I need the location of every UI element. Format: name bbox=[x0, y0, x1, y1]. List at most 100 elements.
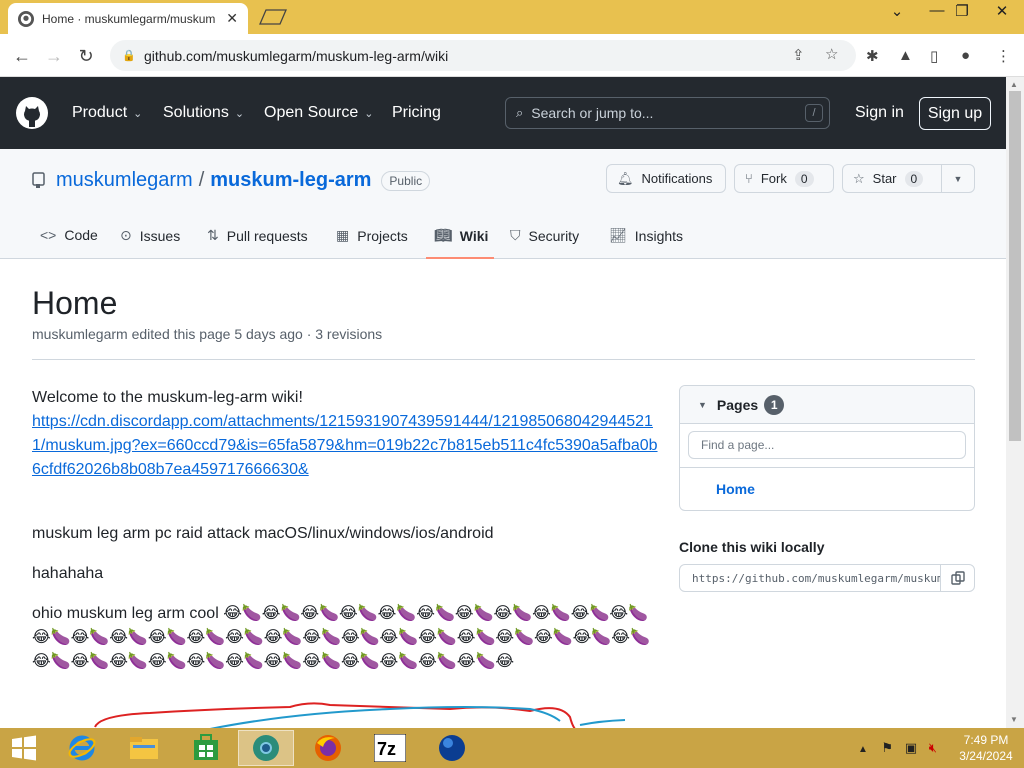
page-title: Home bbox=[32, 285, 118, 321]
emoji-paragraph-prefix: ohio muskum leg arm cool bbox=[32, 605, 224, 622]
page-meta: muskumlegarm edited this page 5 days ago… bbox=[32, 326, 383, 342]
close-window-icon[interactable]: ✕ bbox=[987, 2, 1017, 20]
store-icon[interactable] bbox=[178, 730, 234, 766]
star-dropdown-button[interactable]: ▼ bbox=[941, 164, 975, 193]
pages-label: Pages bbox=[716, 396, 759, 413]
repo-owner-link[interactable]: muskumlegarm bbox=[56, 169, 193, 192]
lock-icon: 🔒 bbox=[122, 50, 136, 62]
sign-in-link[interactable]: Sign in bbox=[855, 104, 904, 122]
notifications-button[interactable]: 🔔︎ Notifications bbox=[606, 164, 726, 193]
sign-up-button[interactable]: Sign up bbox=[919, 97, 991, 130]
star-button[interactable]: ☆ Star 0 bbox=[842, 164, 942, 193]
nav-open-source[interactable]: Open Source ⌄ bbox=[264, 104, 374, 122]
tab-title: Home · muskumlegarm/muskum bbox=[42, 11, 216, 26]
repo-title: muskumlegarm / muskum-leg-arm Public bbox=[56, 169, 431, 192]
extensions-icon[interactable]: ✱ bbox=[866, 47, 879, 65]
bell-icon: 🔔︎ bbox=[617, 170, 634, 186]
tab-insights[interactable]: 📈︎ Insights bbox=[609, 227, 683, 244]
bookmark-star-icon[interactable]: ☆ bbox=[825, 45, 838, 63]
repo-header: muskumlegarm / muskum-leg-arm Public 🔔︎ … bbox=[0, 149, 1006, 259]
shield-icon: ⛉ bbox=[510, 227, 521, 243]
nav-open-source-label: Open Source bbox=[264, 104, 359, 121]
volume-muted-icon[interactable]: 🔇︎ bbox=[929, 740, 937, 755]
code-icon: <> bbox=[40, 227, 57, 243]
repo-name-link[interactable]: muskum-leg-arm bbox=[210, 169, 371, 192]
share-icon[interactable]: ⇪ bbox=[792, 46, 805, 64]
tab-projects[interactable]: ▦ Projects bbox=[336, 227, 408, 244]
tab-security-label: Security bbox=[528, 227, 580, 244]
file-explorer-icon[interactable] bbox=[116, 730, 172, 766]
restore-icon[interactable]: ❐ bbox=[947, 2, 977, 20]
pages-header[interactable]: ▼ Pages 1 bbox=[680, 386, 974, 424]
chevron-down-icon: ⌄ bbox=[364, 107, 374, 120]
tab-search-icon[interactable]: ⌄ bbox=[882, 2, 912, 20]
nav-pricing-label: Pricing bbox=[392, 104, 441, 121]
close-tab-icon[interactable]: ✕ bbox=[226, 10, 238, 27]
fork-icon: ⑂ bbox=[745, 171, 753, 186]
page-filter-input[interactable]: Find a page... bbox=[688, 431, 966, 459]
network-icon[interactable]: ▣ bbox=[905, 740, 917, 755]
clock[interactable]: 7:49 PM 3/24/2024 bbox=[955, 732, 1017, 764]
wiki-content: Home muskumlegarm edited this page 5 day… bbox=[0, 259, 1006, 728]
table-icon: ▦ bbox=[336, 227, 350, 243]
fork-button[interactable]: ⑂ Fork 0 bbox=[734, 164, 834, 193]
tab-issues-label: Issues bbox=[139, 227, 181, 244]
nav-product[interactable]: Product ⌄ bbox=[72, 104, 142, 122]
book-icon: 📖︎ bbox=[434, 227, 452, 243]
start-button[interactable] bbox=[0, 730, 48, 766]
tab-pull-requests[interactable]: ⇅ Pull requests bbox=[207, 227, 308, 244]
new-tab-button[interactable] bbox=[258, 8, 287, 26]
search-input[interactable]: ⌕ Search or jump to... / bbox=[505, 97, 830, 129]
navigation-bar: ← → ↻ 🔒 github.com/muskumlegarm/muskum-l… bbox=[0, 34, 1024, 77]
chrome-browser-icon[interactable] bbox=[238, 730, 294, 766]
scroll-up-icon[interactable]: ▲ bbox=[1010, 80, 1018, 89]
scroll-down-icon[interactable]: ▼ bbox=[1010, 715, 1018, 724]
tab-security[interactable]: ⛉ Security bbox=[510, 227, 579, 244]
back-icon[interactable]: ← bbox=[10, 44, 34, 68]
clone-url-field[interactable]: https://github.com/muskumlegarm/muskum-l… bbox=[679, 564, 975, 592]
svg-text:7z: 7z bbox=[377, 739, 396, 759]
address-bar[interactable]: 🔒 github.com/muskumlegarm/muskum-leg-arm… bbox=[110, 40, 856, 71]
scroll-thumb[interactable] bbox=[1009, 91, 1021, 441]
menu-kebab-icon[interactable]: ⋮ bbox=[996, 47, 1011, 65]
fork-count: 0 bbox=[794, 170, 814, 187]
tab-issues[interactable]: ⊙ Issues bbox=[120, 227, 180, 244]
copy-icon[interactable] bbox=[940, 565, 974, 591]
profile-avatar-icon[interactable]: ● bbox=[961, 47, 970, 64]
tray-chevron-icon[interactable]: ▲ bbox=[858, 744, 868, 755]
search-shortcut-key: / bbox=[805, 104, 823, 122]
internet-explorer-icon[interactable] bbox=[54, 730, 110, 766]
extension-flask-icon[interactable]: ▲ bbox=[898, 47, 913, 64]
nav-solutions-label: Solutions bbox=[163, 104, 229, 121]
nav-pricing[interactable]: Pricing bbox=[392, 104, 441, 122]
chevron-down-icon: ⌄ bbox=[234, 107, 245, 120]
forward-icon[interactable]: → bbox=[42, 44, 66, 68]
tab-code[interactable]: <> Code bbox=[40, 227, 98, 243]
7zip-icon[interactable]: 7z bbox=[362, 730, 418, 766]
tab-wiki-label: Wiki bbox=[459, 227, 489, 244]
github-favicon-icon bbox=[18, 10, 34, 27]
fork-label: Fork bbox=[760, 171, 787, 186]
page-link-home[interactable]: Home bbox=[716, 481, 755, 497]
firefox-icon[interactable] bbox=[300, 730, 356, 766]
divider bbox=[680, 467, 974, 468]
search-placeholder: Search or jump to... bbox=[531, 105, 654, 121]
tab-insights-label: Insights bbox=[634, 227, 684, 244]
github-logo-icon[interactable] bbox=[16, 97, 48, 129]
nav-solutions[interactable]: Solutions ⌄ bbox=[163, 104, 244, 122]
reload-icon[interactable]: ↻ bbox=[74, 44, 98, 68]
issue-circle-icon: ⊙ bbox=[120, 227, 132, 243]
app-globe-icon[interactable] bbox=[424, 730, 480, 766]
clock-time: 7:49 PM bbox=[963, 733, 1009, 747]
triangle-down-icon: ▼ bbox=[953, 173, 963, 184]
page-scrollbar[interactable]: ▲ ▼ bbox=[1006, 77, 1024, 728]
attachment-link[interactable]: https://cdn.discordapp.com/attachments/1… bbox=[32, 410, 658, 482]
side-panel-icon[interactable]: ▯ bbox=[930, 47, 938, 65]
browser-tab[interactable]: Home · muskumlegarm/muskum ✕ bbox=[8, 3, 248, 34]
flag-icon[interactable]: ⚑ bbox=[882, 740, 894, 755]
nav-product-label: Product bbox=[72, 104, 128, 121]
wiki-line-2: muskum leg arm pc raid attack macOS/linu… bbox=[32, 525, 494, 542]
triangle-down-icon: ▼ bbox=[698, 399, 707, 410]
tab-wiki[interactable]: 📖︎ Wiki bbox=[434, 227, 488, 244]
browser-chrome: Home · muskumlegarm/muskum ✕ ⌄ — ❐ ✕ ← →… bbox=[0, 0, 1024, 77]
